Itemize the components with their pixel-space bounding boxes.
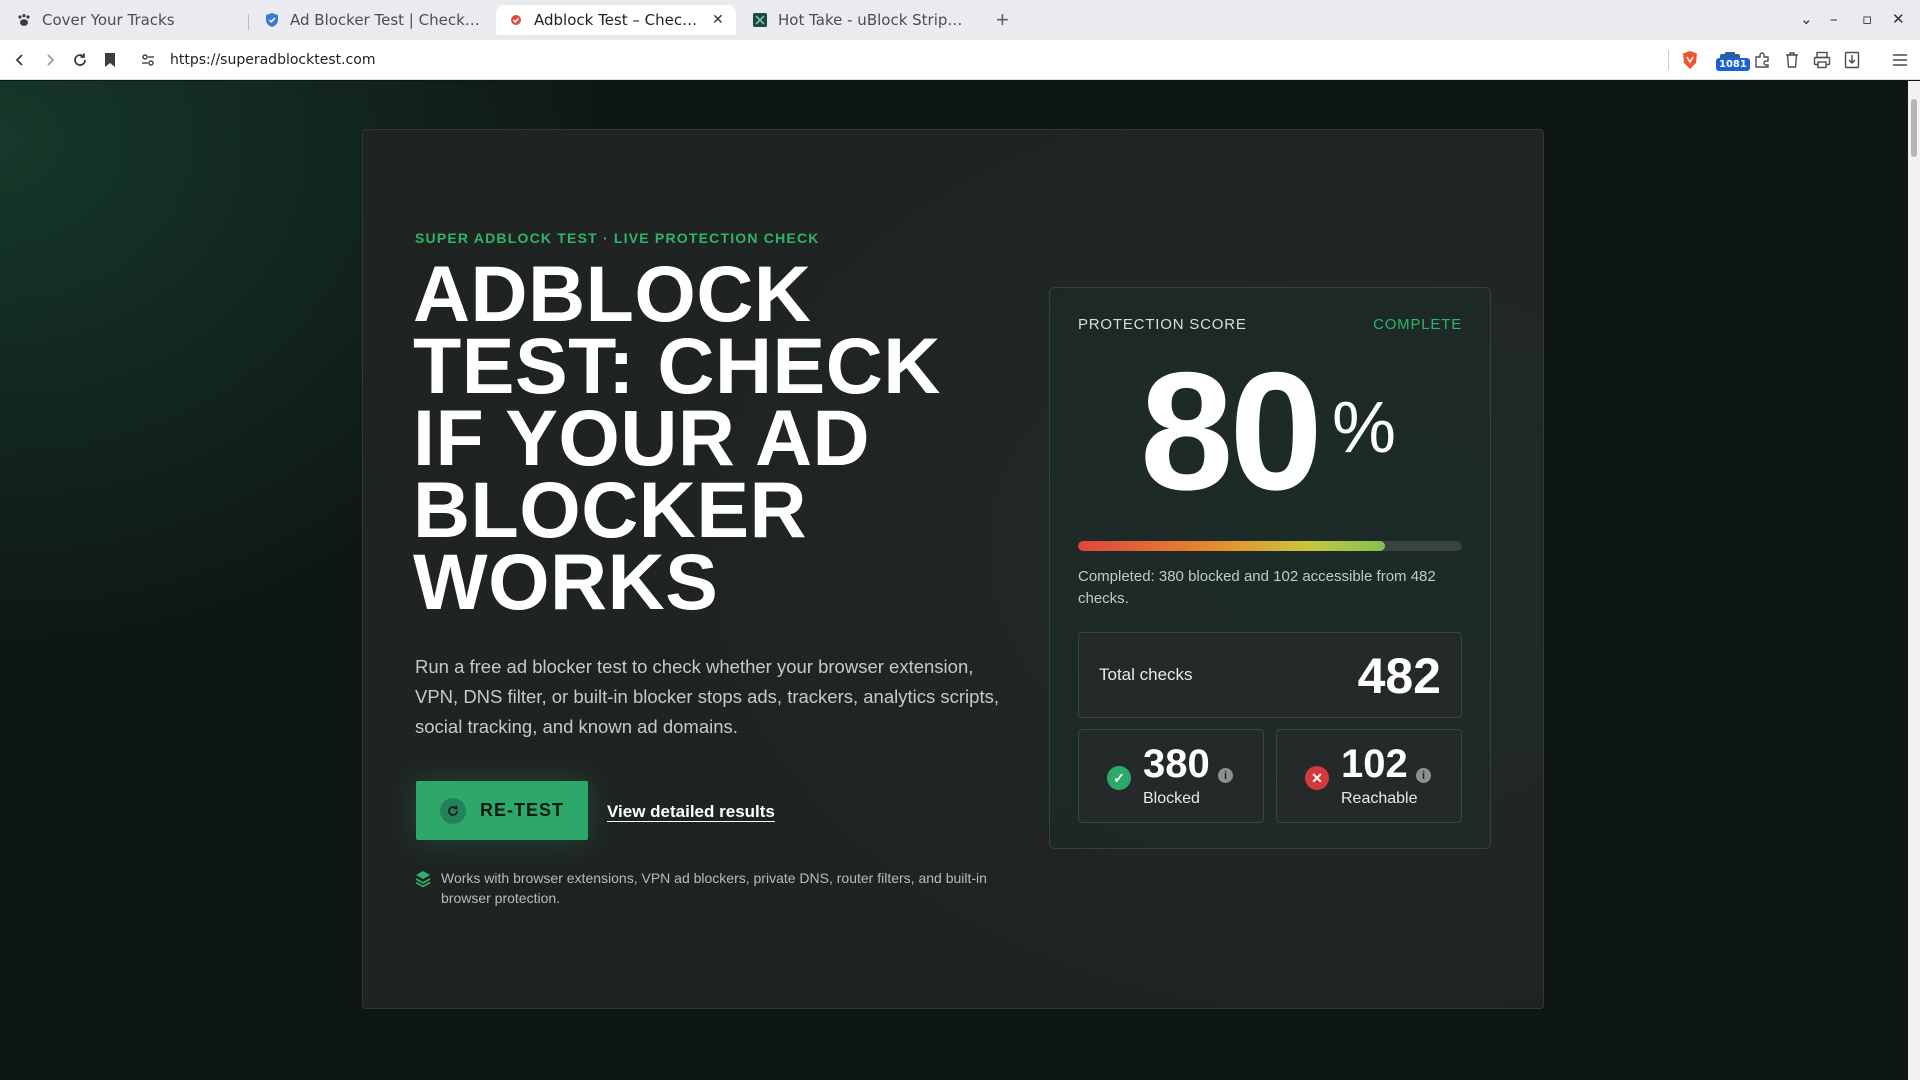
blocked-label: Blocked xyxy=(1143,790,1200,807)
retest-label: RE-TEST xyxy=(479,800,564,820)
back-icon[interactable] xyxy=(8,48,32,72)
tab-cover-your-tracks[interactable]: Cover Your Tracks xyxy=(4,5,244,35)
tab-title: Cover Your Tracks xyxy=(42,11,175,29)
page-title: ADBLOCK TEST: CHECK IF YOUR AD BLOCKER W… xyxy=(413,249,941,626)
view-detailed-results-link[interactable]: View detailed results xyxy=(607,802,775,822)
close-window-icon[interactable]: ✕ xyxy=(1892,10,1905,28)
blocked-stat: ✓ 380 Blocked i xyxy=(1078,729,1264,823)
total-checks-value: 482 xyxy=(1357,648,1441,704)
extensions-puzzle-icon[interactable] xyxy=(1750,48,1774,72)
browser-toolbar: https://superadblocktest.com xyxy=(0,40,1920,80)
tab-ad-blocker-test[interactable]: Ad Blocker Test | Check if Y xyxy=(252,5,492,35)
tab-adblock-test-active[interactable]: Adblock Test – Check If Y ✕ xyxy=(496,5,736,35)
retest-button[interactable]: RE-TEST xyxy=(416,781,588,840)
score-unit: % xyxy=(1332,388,1397,468)
tab-hot-take[interactable]: Hot Take - uBlock Stripped xyxy=(740,5,980,35)
hot-take-icon xyxy=(752,12,768,28)
info-icon[interactable]: i xyxy=(1416,768,1431,783)
tab-title: Hot Take - uBlock Stripped xyxy=(778,11,968,29)
delete-icon[interactable] xyxy=(1780,48,1804,72)
scrollbar-thumb[interactable] xyxy=(1911,99,1917,157)
blocked-value: 380 xyxy=(1143,742,1210,786)
reachable-stat: ✕ 102 Reachable i xyxy=(1276,729,1462,823)
print-icon[interactable] xyxy=(1810,48,1834,72)
address-bar[interactable]: https://superadblocktest.com xyxy=(132,45,1710,75)
reload-icon[interactable] xyxy=(68,48,92,72)
score-label: PROTECTION SCORE xyxy=(1078,316,1247,333)
brave-shield-icon[interactable] xyxy=(1678,48,1702,72)
total-checks-box: Total checks 482 xyxy=(1078,632,1462,718)
hero-card: SUPER ADBLOCK TEST · LIVE PROTECTION CHE… xyxy=(362,129,1544,1009)
hero-description: Run a free ad blocker test to check whet… xyxy=(415,656,999,737)
protection-score-panel: PROTECTION SCORE COMPLETE 80 % Completed… xyxy=(1049,287,1491,849)
chevron-down-icon[interactable]: ⌄ xyxy=(1800,10,1813,28)
works-with-note: Works with browser extensions, VPN ad bl… xyxy=(441,870,987,906)
maximize-icon[interactable]: ▫ xyxy=(1862,10,1872,28)
score-summary: Completed: 380 blocked and 102 accessibl… xyxy=(1078,568,1436,607)
score-progress-fill xyxy=(1078,541,1386,551)
page-viewport: SUPER ADBLOCK TEST · LIVE PROTECTION CHE… xyxy=(0,81,1908,1080)
score-progress-bar xyxy=(1078,541,1462,551)
eyebrow-text: SUPER ADBLOCK TEST · LIVE PROTECTION CHE… xyxy=(415,230,820,246)
score-value: 80 xyxy=(1140,337,1323,525)
page-scrollbar[interactable] xyxy=(1908,81,1920,1080)
extension-badge: 1081 xyxy=(1716,58,1750,71)
new-tab-button[interactable]: + xyxy=(996,8,1009,32)
divider xyxy=(1668,50,1669,70)
reachable-label: Reachable xyxy=(1341,790,1418,807)
info-icon[interactable]: i xyxy=(1218,768,1233,783)
save-icon[interactable] xyxy=(1840,48,1864,72)
tab-bar: Cover Your Tracks Ad Blocker Test | Chec… xyxy=(0,0,1920,40)
layers-icon xyxy=(415,870,431,888)
status-badge: COMPLETE xyxy=(1373,316,1462,333)
close-icon[interactable]: ✕ xyxy=(712,12,724,28)
refresh-icon xyxy=(439,797,466,824)
tab-title: Ad Blocker Test | Check if Y xyxy=(290,11,480,29)
x-circle-icon: ✕ xyxy=(1305,766,1329,790)
check-circle-icon: ✓ xyxy=(1107,766,1131,790)
site-favicon-icon xyxy=(508,12,524,28)
tab-separator xyxy=(248,14,249,30)
forward-icon[interactable] xyxy=(38,48,62,72)
bookmark-icon[interactable] xyxy=(98,48,122,72)
menu-icon[interactable] xyxy=(1888,48,1912,72)
url-text[interactable]: https://superadblocktest.com xyxy=(170,52,375,68)
shield-icon xyxy=(264,12,280,28)
total-checks-label: Total checks xyxy=(1099,665,1193,684)
minimize-icon[interactable]: – xyxy=(1830,10,1838,28)
site-settings-icon[interactable] xyxy=(140,52,156,73)
tab-title: Adblock Test – Check If Y xyxy=(534,11,704,29)
reachable-value: 102 xyxy=(1341,742,1408,786)
paw-icon xyxy=(16,12,32,28)
